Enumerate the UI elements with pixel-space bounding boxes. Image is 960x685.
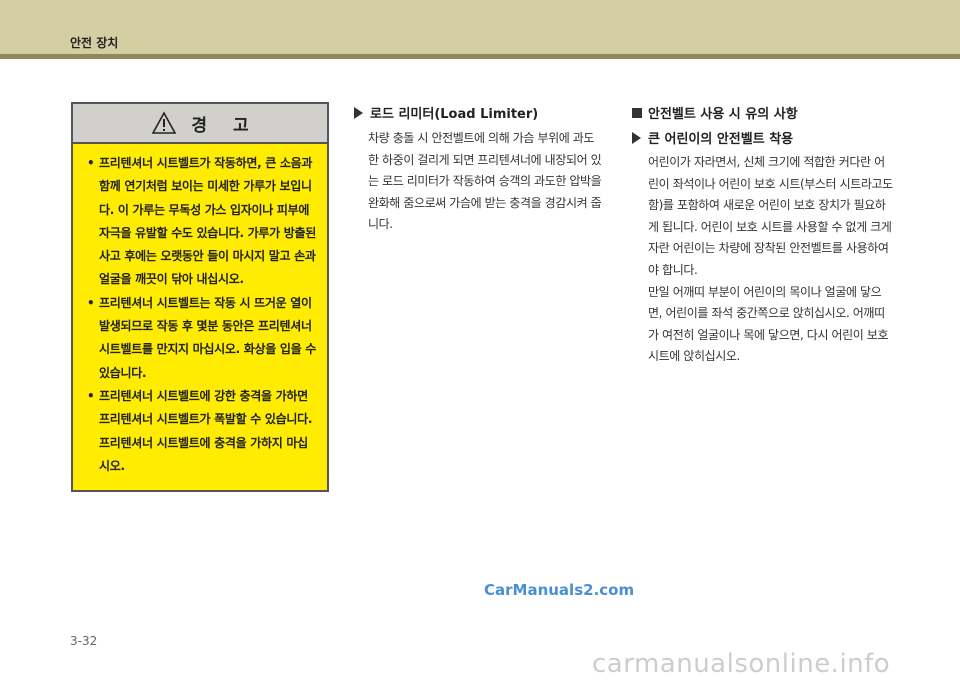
subheading: 큰 어린이의 안전벨트 착용 (632, 128, 793, 147)
arrow-bullet-icon (632, 131, 641, 144)
footer-watermark: carmanualsonline.info (592, 649, 891, 679)
warning-triangle-icon (152, 111, 177, 134)
warning-title-right: 고 (233, 115, 249, 136)
page-number: 3-32 (70, 634, 98, 648)
precautions-heading: 안전벨트 사용 시 유의 사항 (632, 103, 798, 122)
precautions-body: 어린이가 자라면서, 신체 크기에 적합한 커다란 어린이 좌석이나 어린이 보… (648, 152, 894, 368)
warning-item: 프리텐셔너 시트벨트에 강한 충격을 가하면 프리텐셔너 시트벨트가 폭발할 수… (87, 385, 317, 478)
precautions-heading-text: 안전벨트 사용 시 유의 사항 (648, 107, 798, 122)
warning-header: 경고 (73, 104, 327, 144)
header-band (0, 0, 960, 54)
warning-list: 프리텐셔너 시트벨트가 작동하면, 큰 소음과 함께 연기처럼 보이는 미세한 … (73, 144, 327, 478)
warning-item: 프리텐셔너 시트벨트는 작동 시 뜨거운 열이 발생되므로 작동 후 몇분 동안… (87, 292, 317, 385)
load-limiter-heading-text: 로드 리미터(Load Limiter) (370, 107, 539, 122)
section-title: 안전 장치 (70, 36, 119, 50)
precautions-paragraph-2: 만일 어깨띠 부분이 어린이의 목이나 얼굴에 닿으면, 어린이를 좌석 중간쪽… (648, 284, 889, 364)
load-limiter-body: 차량 충돌 시 안전벨트에 의해 가슴 부위에 과도한 하중이 걸리게 되면 프… (368, 131, 602, 232)
load-limiter-heading: 로드 리미터(Load Limiter) (354, 103, 538, 122)
warning-title: 경고 (191, 111, 248, 136)
warning-title-left: 경 (191, 115, 207, 136)
arrow-bullet-icon (354, 106, 363, 119)
square-bullet-icon (632, 107, 642, 118)
warning-item: 프리텐셔너 시트벨트가 작동하면, 큰 소음과 함께 연기처럼 보이는 미세한 … (87, 152, 317, 292)
warning-box: 경고 프리텐셔너 시트벨트가 작동하면, 큰 소음과 함께 연기처럼 보이는 미… (71, 102, 329, 492)
precautions-paragraph-1: 어린이가 자라면서, 신체 크기에 적합한 커다란 어린이 좌석이나 어린이 보… (648, 155, 893, 277)
header-rule (0, 54, 960, 59)
watermark-link[interactable]: CarManuals2.com (484, 581, 634, 599)
subheading-text: 큰 어린이의 안전벨트 착용 (648, 132, 794, 147)
